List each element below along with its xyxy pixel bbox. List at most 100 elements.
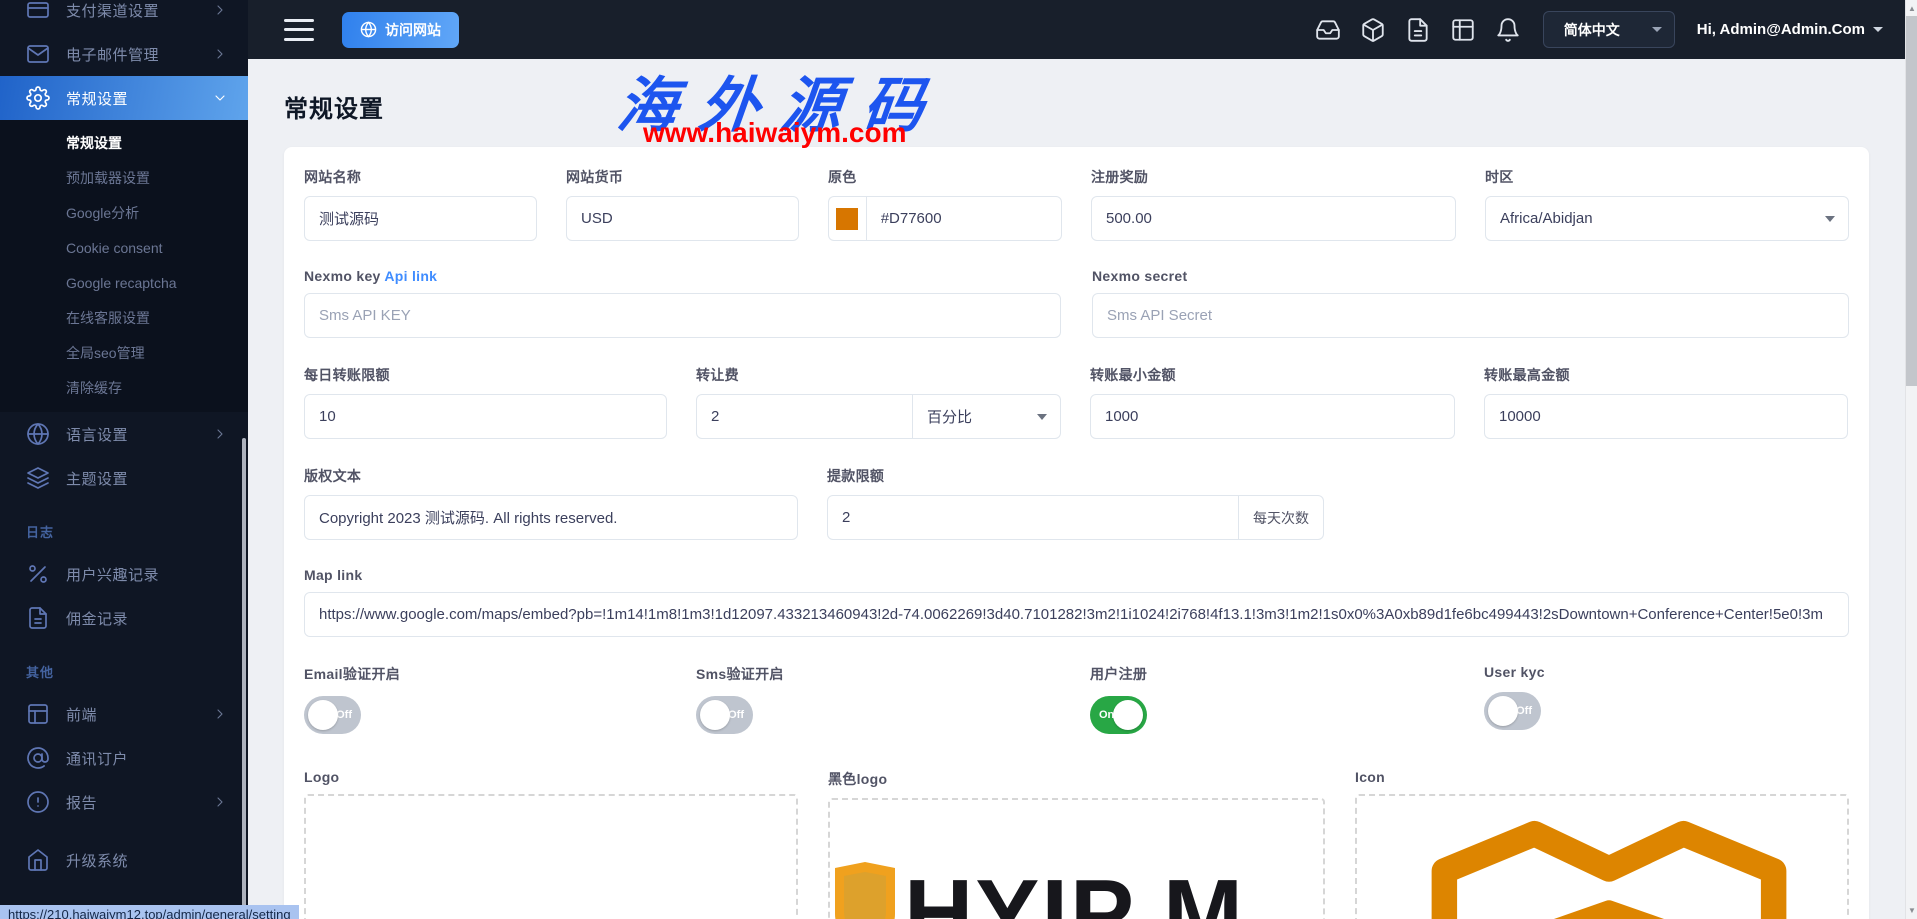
sidebar-subitem-live-chat-settings[interactable]: 在线客服设置 — [0, 301, 248, 336]
globe-icon — [360, 21, 377, 38]
sidebar-subitem-general-settings-sub[interactable]: 常规设置 — [0, 126, 248, 161]
email-verification-label: Email验证开启 — [304, 664, 667, 684]
file-text-icon[interactable] — [1405, 17, 1431, 43]
grid-icon[interactable] — [1450, 17, 1476, 43]
topbar-icons — [1296, 17, 1521, 43]
icon-upload-label: Icon — [1355, 769, 1849, 785]
sidebar-item-user-interest-log[interactable]: 用户兴趣记录 — [0, 552, 248, 596]
form-row-5: Map link — [304, 567, 1849, 637]
sidebar-item-general-settings[interactable]: 常规设置 — [0, 76, 248, 120]
transfer-fee-input[interactable] — [696, 394, 913, 439]
timezone-value: Africa/Abidjan — [1500, 210, 1593, 227]
settings-card: 网站名称 网站货币 原色 注册奖励 时区 — [284, 147, 1869, 919]
transfer-min-input[interactable] — [1090, 394, 1455, 439]
sidebar-subitem-clear-cache[interactable]: 清除缓存 — [0, 371, 248, 406]
sidebar-menu: 支付渠道设置电子邮件管理常规设置常规设置预加载器设置Google分析Cookie… — [0, 0, 248, 919]
copyright-input[interactable] — [304, 495, 798, 540]
sidebar-scrollbar[interactable] — [242, 438, 246, 916]
sidebar-section-header: 日志 — [0, 514, 248, 552]
chevron-right-icon — [212, 426, 228, 442]
menu-toggle-icon[interactable] — [284, 19, 314, 41]
nexmo-secret-input[interactable] — [1092, 293, 1849, 338]
daily-transfer-limit-input[interactable] — [304, 394, 667, 439]
form-row-1: 网站名称 网站货币 原色 注册奖励 时区 — [304, 167, 1849, 241]
timezone-select[interactable]: Africa/Abidjan — [1485, 196, 1849, 241]
visit-site-button[interactable]: 访问网站 — [342, 12, 459, 48]
hyip-logo-shield-icon — [832, 862, 898, 919]
shield-dollar-icon: $ — [1413, 808, 1805, 919]
transfer-fee-unit-select[interactable]: 百分比 — [913, 394, 1061, 439]
user-kyc-label: User kyc — [1484, 664, 1848, 680]
bell-icon[interactable] — [1495, 17, 1521, 43]
nexmo-secret-label: Nexmo secret — [1092, 268, 1849, 284]
withdraw-limit-input[interactable] — [827, 495, 1239, 540]
nexmo-key-label: Nexmo key Api link — [304, 268, 1061, 284]
scrollbar-thumb[interactable] — [1906, 16, 1917, 386]
user-registration-toggle[interactable]: On — [1090, 696, 1147, 734]
package-icon[interactable] — [1360, 17, 1386, 43]
sidebar-subitem-google-analytics[interactable]: Google分析 — [0, 196, 248, 231]
sidebar-item-theme-settings[interactable]: 主题设置 — [0, 456, 248, 500]
icon-upload-box[interactable]: $ — [1355, 794, 1849, 919]
api-link[interactable]: Api link — [384, 268, 437, 284]
credit-card-icon — [26, 0, 50, 22]
map-link-input[interactable] — [304, 592, 1849, 637]
site-name-label: 网站名称 — [304, 167, 537, 187]
sms-verification-toggle[interactable]: Off — [696, 696, 753, 734]
sidebar-section-header: 其他 — [0, 654, 248, 692]
inbox-icon[interactable] — [1315, 17, 1341, 43]
toggle-field-user-kyc: User kyc Off — [1484, 664, 1848, 734]
sidebar-item-subscribers[interactable]: 通讯订户 — [0, 736, 248, 780]
page-scrollbar[interactable]: ▲ ▼ — [1905, 0, 1917, 919]
email-verification-toggle[interactable]: Off — [304, 696, 361, 734]
chevron-right-icon — [212, 2, 228, 18]
withdraw-limit-label: 提款限额 — [827, 466, 1324, 486]
sidebar-item-payment-channel-settings[interactable]: 支付渠道设置 — [0, 0, 248, 32]
form-row-toggles: Email验证开启OffSms验证开启Off用户注册OnUser kycOff — [304, 664, 1849, 734]
hyip-logo-preview: HYIP M — [832, 862, 1245, 919]
sidebar: 支付渠道设置电子邮件管理常规设置常规设置预加载器设置Google分析Cookie… — [0, 0, 248, 919]
user-kyc-toggle[interactable]: Off — [1484, 692, 1541, 730]
daily-transfer-limit-label: 每日转账限额 — [304, 365, 667, 385]
form-row-3: 每日转账限额 转让费 百分比 转账最小金额 转账最高金额 — [304, 365, 1849, 439]
scroll-down-icon[interactable]: ▼ — [1907, 906, 1917, 915]
logo-upload-box[interactable] — [304, 794, 798, 919]
sidebar-item-frontend[interactable]: 前端 — [0, 692, 248, 736]
sidebar-subitem-global-seo[interactable]: 全局seo管理 — [0, 336, 248, 371]
gear-icon — [26, 86, 50, 110]
sidebar-item-upgrade-system[interactable]: 升级系统 — [0, 838, 248, 882]
topbar-right: 简体中文 Hi, Admin@Admin.Com — [1296, 11, 1905, 48]
nexmo-key-label-text: Nexmo key — [304, 268, 381, 284]
sidebar-item-email-management[interactable]: 电子邮件管理 — [0, 32, 248, 76]
color-swatch — [836, 208, 858, 230]
sidebar-subitem-google-recaptcha[interactable]: Google recaptcha — [0, 266, 248, 301]
register-bonus-input[interactable] — [1091, 196, 1456, 241]
language-selector[interactable]: 简体中文 — [1543, 11, 1675, 48]
transfer-max-input[interactable] — [1484, 394, 1848, 439]
scroll-up-icon[interactable]: ▲ — [1907, 4, 1917, 13]
site-name-input[interactable] — [304, 196, 537, 241]
sidebar-submenu: 常规设置预加载器设置Google分析Cookie consentGoogle r… — [0, 120, 248, 412]
sidebar-subitem-preloader-settings[interactable]: 预加载器设置 — [0, 161, 248, 196]
sidebar-item-label: 通讯订户 — [66, 748, 228, 769]
chevron-down-icon — [1873, 27, 1883, 32]
language-label: 简体中文 — [1564, 20, 1620, 40]
withdraw-limit-addon: 每天次数 — [1239, 495, 1324, 540]
nexmo-key-input[interactable] — [304, 293, 1061, 338]
toggle-state-label: On — [1099, 696, 1114, 734]
currency-input[interactable] — [566, 196, 799, 241]
sidebar-item-label: 升级系统 — [66, 850, 228, 871]
dark-logo-upload-box[interactable]: HYIP M — [828, 798, 1325, 919]
color-picker[interactable] — [828, 196, 866, 241]
sidebar-item-commission-log[interactable]: 佣金记录 — [0, 596, 248, 640]
page-title: 常规设置 — [284, 89, 1869, 123]
sidebar-item-reports[interactable]: 报告 — [0, 780, 248, 824]
sidebar-subitem-cookie-consent[interactable]: Cookie consent — [0, 231, 248, 266]
chevron-right-icon — [212, 46, 228, 62]
chevron-down-icon — [1652, 27, 1662, 32]
sidebar-item-language-settings[interactable]: 语言设置 — [0, 412, 248, 456]
primary-color-input[interactable] — [866, 196, 1062, 241]
map-link-label: Map link — [304, 567, 1849, 583]
logo-upload-label: Logo — [304, 769, 798, 785]
user-menu[interactable]: Hi, Admin@Admin.Com — [1697, 21, 1883, 38]
